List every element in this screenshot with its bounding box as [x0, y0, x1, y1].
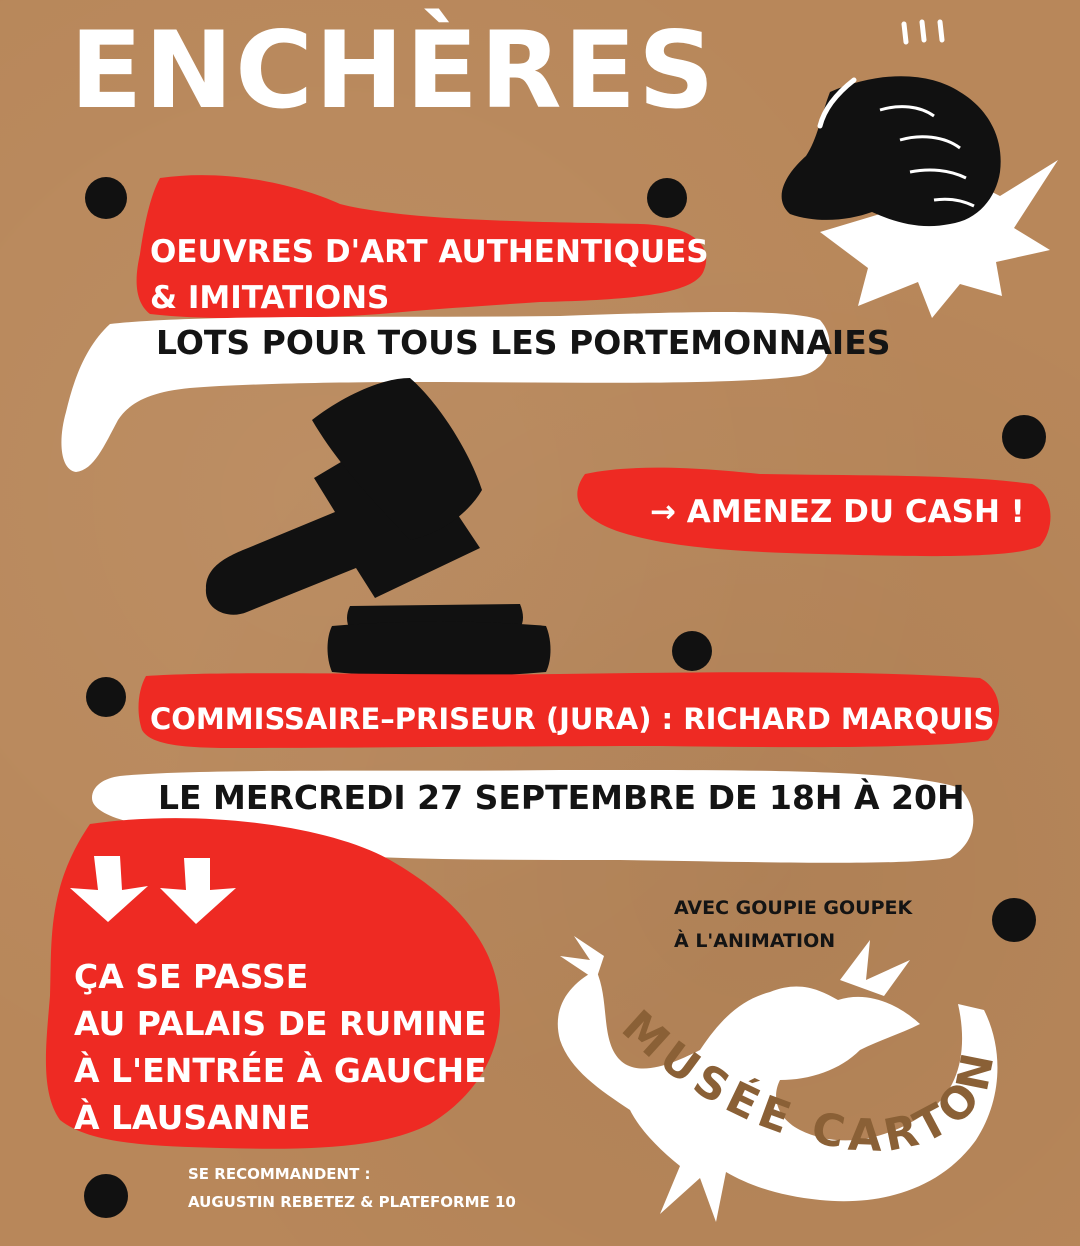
- animation-line: À L'ANIMATION: [674, 930, 836, 952]
- svg-text:MUSÉE CARTON: MUSÉE CARTON: [612, 1001, 1005, 1162]
- logo-text: MUSÉE CARTON: [612, 1001, 999, 1162]
- poster-title: ENCHÈRES: [70, 9, 717, 132]
- animation-block: AVEC GOUPIE GOUPEK À L'ANIMATION: [674, 892, 912, 958]
- recommend-block: SE RECOMMANDENT : AUGUSTIN REBETEZ & PLA…: [188, 1160, 516, 1216]
- place-line: À LAUSANNE: [74, 1098, 311, 1137]
- art-line: OEUVRES D'ART AUTHENTIQUES: [150, 234, 709, 270]
- recommend-line: AUGUSTIN REBETEZ & PLATEFORME 10: [188, 1193, 516, 1211]
- date-line: LE MERCREDI 27 SEPTEMBRE DE 18H À 20H: [158, 778, 965, 817]
- art-line: & IMITATIONS: [150, 280, 390, 316]
- cash-line: → AMENEZ DU CASH !: [650, 494, 1025, 530]
- place-line: ÇA SE PASSE: [74, 957, 309, 996]
- place-line: AU PALAIS DE RUMINE: [74, 1004, 487, 1043]
- place-block: ÇA SE PASSE AU PALAIS DE RUMINE À L'ENTR…: [74, 953, 487, 1141]
- place-line: À L'ENTRÉE À GAUCHE: [74, 1051, 487, 1090]
- animation-line: AVEC GOUPIE GOUPEK: [674, 897, 913, 919]
- poster: MUSÉE CARTON ENCHÈRES OEUVRES D'ART AUTH…: [0, 0, 1080, 1246]
- auctioneer-line: COMMISSAIRE–PRISEUR (JURA) : RICHARD MAR…: [150, 702, 995, 736]
- recommend-line: SE RECOMMANDENT :: [188, 1165, 371, 1183]
- lots-line: LOTS POUR TOUS LES PORTEMONNAIES: [156, 323, 891, 362]
